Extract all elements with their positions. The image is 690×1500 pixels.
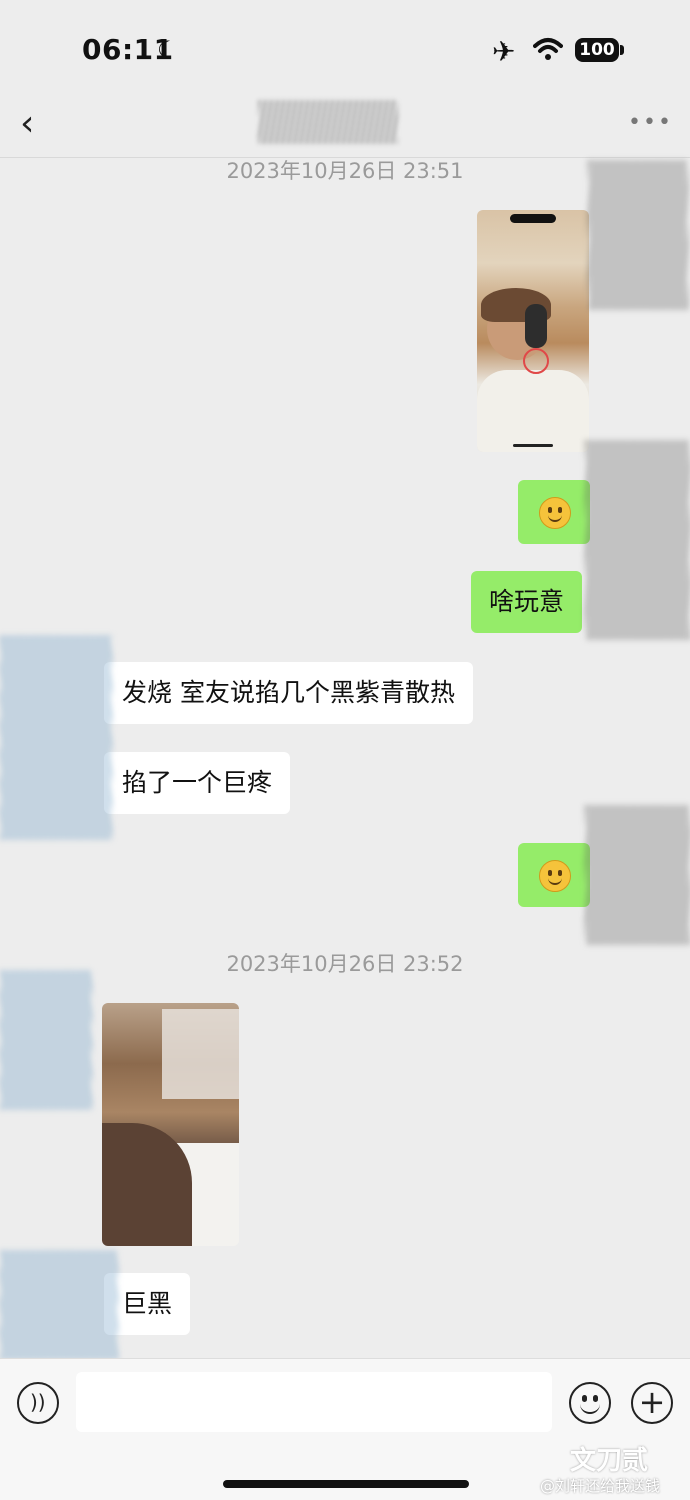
redacted-avatar xyxy=(585,440,690,640)
received-text-message[interactable]: 掐了一个巨疼 xyxy=(104,752,291,814)
status-bar: 06:11 ☾ ✈ 100 xyxy=(0,0,690,100)
sent-emoji-message[interactable] xyxy=(518,843,590,907)
input-bar: )) + 文刀贰 @刘轩还给我送钱 xyxy=(0,1358,690,1500)
received-text-message[interactable]: 巨黑 xyxy=(104,1273,191,1335)
redacted-avatar xyxy=(0,635,112,840)
more-options-button[interactable]: ••• xyxy=(628,110,671,135)
received-text-message[interactable]: 发烧 室友说掐几个黑紫青散热 xyxy=(104,662,473,724)
timestamp: 2023年10月26日 23:52 xyxy=(226,952,464,976)
voice-input-button[interactable]: )) xyxy=(17,1382,59,1424)
emoji-button[interactable] xyxy=(569,1382,611,1424)
more-functions-button[interactable]: + xyxy=(631,1382,673,1424)
sent-photo-message[interactable] xyxy=(477,210,589,452)
wifi-icon xyxy=(533,38,563,60)
moon-icon: ☾ xyxy=(157,36,179,64)
battery-indicator: 100 xyxy=(575,38,619,62)
smile-emoji-icon xyxy=(539,497,571,529)
timestamp: 2023年10月26日 23:51 xyxy=(226,159,464,183)
home-indicator[interactable] xyxy=(223,1480,469,1488)
battery-tip xyxy=(620,45,624,55)
redacted-avatar xyxy=(0,970,92,1110)
redacted-chat-title xyxy=(258,100,398,144)
back-button[interactable]: ‹ xyxy=(20,104,60,148)
watermark-logo: 文刀贰 xyxy=(570,1446,649,1476)
sent-emoji-message[interactable] xyxy=(518,480,590,544)
received-photo-message[interactable] xyxy=(102,1003,239,1246)
sent-text-message[interactable]: 啥玩意 xyxy=(471,571,583,633)
sound-wave-icon: )) xyxy=(30,1390,46,1414)
chat-header: ‹ ••• xyxy=(0,100,690,158)
red-circle-annotation xyxy=(523,348,549,374)
headphones-in-photo xyxy=(525,304,547,348)
airplane-mode-icon: ✈ xyxy=(492,35,516,68)
redacted-avatar xyxy=(0,1250,118,1360)
message-input[interactable] xyxy=(76,1372,552,1432)
watermark-handle: @刘轩还给我送钱 xyxy=(540,1477,661,1495)
smile-emoji-icon xyxy=(539,860,571,892)
redacted-avatar xyxy=(585,805,690,945)
